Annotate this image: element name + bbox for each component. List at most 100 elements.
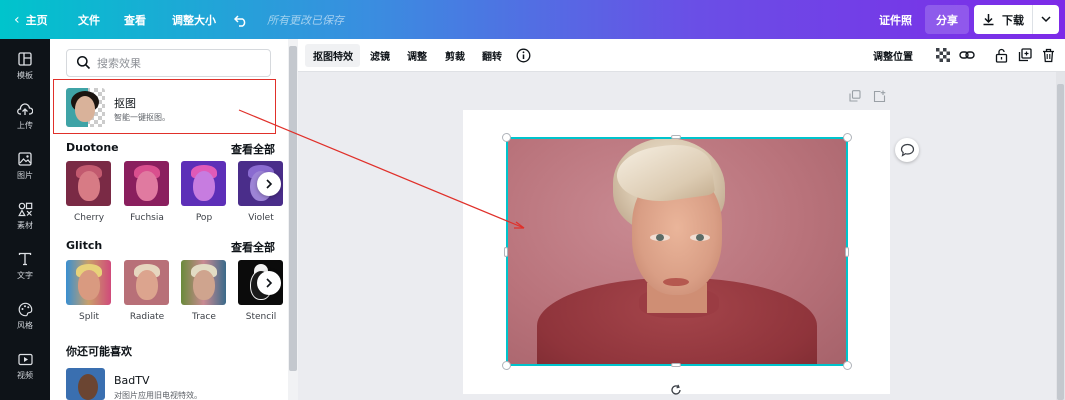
effect-label: Split — [79, 312, 99, 322]
effect-pop[interactable] — [181, 161, 226, 206]
rail-item-photos[interactable]: 图片 — [0, 149, 50, 189]
rail-item-templates[interactable]: 模板 — [0, 49, 50, 89]
effect-label: Violet — [248, 213, 274, 223]
effect-fuchsia[interactable] — [124, 161, 169, 206]
video-icon — [17, 349, 33, 369]
glitch-see-all-link[interactable]: 查看全部 — [231, 239, 275, 255]
transparency-icon[interactable] — [934, 46, 952, 64]
effect-label: Stencil — [245, 312, 277, 322]
fx-face — [193, 171, 215, 201]
flip-button[interactable]: 翻转 — [482, 39, 502, 72]
side-rail: 模板 上传 图片 素材 文字 风格 视频 — [0, 39, 50, 400]
undo-icon[interactable] — [234, 0, 248, 39]
glitch-next-button[interactable] — [257, 271, 281, 295]
resize-handle-bottom-left[interactable] — [502, 361, 511, 370]
rail-label: 视频 — [17, 371, 33, 380]
chevron-left-icon: ‹ — [14, 11, 20, 28]
rail-item-upload[interactable]: 上传 — [0, 99, 50, 139]
lock-icon[interactable] — [992, 46, 1010, 64]
filter-button[interactable]: 滤镜 — [370, 39, 390, 72]
effect-label: Cherry — [73, 213, 105, 223]
bg-remover-thumbnail[interactable] — [66, 88, 105, 127]
download-button[interactable]: 下载 — [974, 5, 1059, 34]
duotone-next-button[interactable] — [257, 172, 281, 196]
bg-remover-tab[interactable]: 抠图特效 — [313, 39, 353, 72]
rail-item-text[interactable]: 文字 — [0, 249, 50, 289]
rail-label: 模板 — [17, 71, 33, 80]
badtv-title[interactable]: BadTV — [114, 374, 150, 387]
glitch-heading: Glitch — [66, 239, 103, 252]
rail-label: 文字 — [17, 271, 33, 280]
comment-button[interactable] — [895, 138, 919, 162]
resize-handle-top-left[interactable] — [502, 133, 511, 142]
rail-item-styles[interactable]: 风格 — [0, 299, 50, 339]
search-input[interactable]: 搜索效果 — [66, 49, 271, 77]
text-icon — [18, 249, 32, 269]
chevron-right-icon — [266, 278, 273, 288]
chevron-right-icon — [266, 179, 273, 189]
photo-icon — [18, 149, 32, 169]
fx-face — [136, 270, 158, 300]
rail-item-video[interactable]: 视频 — [0, 349, 50, 389]
fx-face — [193, 270, 215, 300]
search-placeholder: 搜索效果 — [97, 57, 141, 70]
resize-handle-bottom-right[interactable] — [843, 361, 852, 370]
photo-eye-right — [690, 234, 710, 241]
chevron-down-icon[interactable] — [1032, 16, 1059, 23]
portrait-photo[interactable] — [507, 138, 847, 365]
duplicate-icon[interactable] — [1016, 46, 1034, 64]
elements-icon — [17, 199, 33, 219]
bg-remover-subtitle: 智能一键抠图。 — [114, 113, 170, 122]
resize-menu[interactable]: 调整大小 — [172, 0, 216, 39]
badtv-thumbnail[interactable] — [66, 368, 105, 400]
share-button[interactable]: 分享 — [925, 5, 969, 34]
duotone-heading: Duotone — [66, 141, 119, 154]
id-photo-button[interactable]: 证件照 — [879, 0, 912, 39]
info-icon[interactable] — [514, 46, 532, 64]
fx-face — [136, 171, 158, 201]
trash-icon[interactable] — [1039, 46, 1057, 64]
file-menu[interactable]: 文件 — [78, 0, 100, 39]
rotate-icon[interactable] — [670, 384, 682, 396]
effect-split[interactable] — [66, 260, 111, 305]
fx-face — [78, 171, 100, 201]
effect-radiate[interactable] — [124, 260, 169, 305]
suggestions-heading: 你还可能喜欢 — [66, 345, 132, 358]
effect-label: Radiate — [129, 312, 165, 322]
save-status: 所有更改已保存 — [267, 13, 344, 27]
fx-face — [78, 270, 100, 300]
effect-cherry[interactable] — [66, 161, 111, 206]
thumb-face — [75, 96, 95, 122]
effect-label: Pop — [195, 213, 213, 223]
rail-label: 上传 — [17, 121, 33, 130]
resize-handle-top[interactable] — [671, 135, 681, 139]
view-menu[interactable]: 查看 — [124, 0, 146, 39]
resize-handle-right[interactable] — [845, 247, 849, 257]
adjust-button[interactable]: 调整 — [407, 39, 427, 72]
canvas-scrollbar-thumb[interactable] — [1057, 84, 1064, 400]
copy-page-icon[interactable] — [849, 90, 861, 105]
top-toolbar: ‹ 主页 文件 查看 调整大小 所有更改已保存 证件照 分享 下载 — [0, 0, 1065, 39]
photo-lips — [663, 278, 689, 286]
resize-handle-bottom[interactable] — [671, 363, 681, 367]
add-page-icon[interactable] — [873, 90, 886, 106]
bg-remover-title[interactable]: 抠图 — [114, 95, 136, 111]
rail-label: 风格 — [17, 321, 33, 330]
duotone-see-all-link[interactable]: 查看全部 — [231, 141, 275, 157]
link-icon[interactable] — [958, 46, 976, 64]
search-icon — [76, 55, 91, 73]
home-button[interactable]: ‹ 主页 — [14, 0, 48, 39]
effect-trace[interactable] — [181, 260, 226, 305]
template-icon — [18, 49, 32, 69]
badtv-subtitle: 对图片应用旧电视特效。 — [114, 391, 202, 400]
resize-handle-top-right[interactable] — [843, 133, 852, 142]
badtv-face — [78, 374, 98, 400]
panel-scrollbar-thumb[interactable] — [289, 46, 297, 371]
download-label: 下载 — [1002, 13, 1024, 27]
position-button[interactable]: 调整位置 — [873, 39, 913, 72]
upload-icon — [17, 99, 33, 119]
resize-handle-left[interactable] — [504, 247, 508, 257]
rail-label: 图片 — [17, 171, 33, 180]
rail-item-elements[interactable]: 素材 — [0, 199, 50, 239]
crop-button[interactable]: 剪裁 — [445, 39, 465, 72]
